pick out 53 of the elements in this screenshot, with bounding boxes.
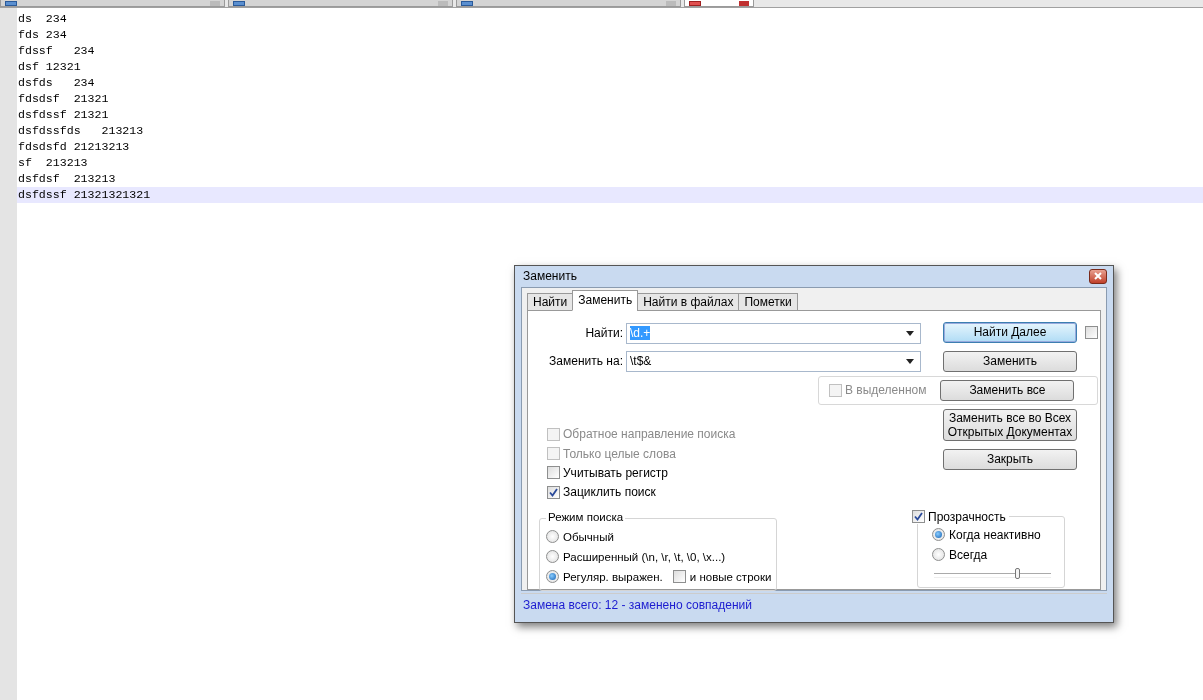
field-label: Заменить на: xyxy=(548,354,624,369)
button[interactable]: Заменить все xyxy=(940,379,1075,401)
slider-thumb[interactable] xyxy=(1015,567,1021,579)
option-label: Только целые слова xyxy=(563,446,676,461)
checkbox-label: В выделенном xyxy=(845,383,927,398)
code-line: dsfdsf 213213 xyxy=(17,171,117,187)
close-icon[interactable] xyxy=(1094,272,1102,281)
tab[interactable]: Заменить xyxy=(572,289,639,311)
radio-button[interactable] xyxy=(932,528,945,542)
dropdown-arrow-icon[interactable] xyxy=(906,330,914,336)
checkbox[interactable] xyxy=(547,485,560,499)
status-message: Замена всего: 12 - заменено совпадений xyxy=(521,592,1107,616)
code-line: sf 213213 xyxy=(17,155,89,171)
code-line: fdssf 234 xyxy=(17,43,96,59)
button[interactable]: Закрыть xyxy=(943,448,1077,470)
code-line: dsfds 234 xyxy=(17,75,96,91)
button[interactable]: Заменить xyxy=(943,350,1077,372)
code-line: dsfdssfds 213213 xyxy=(17,123,145,139)
button[interactable]: Найти Далее xyxy=(943,321,1077,343)
code-line: fdsdsfd 21213213 xyxy=(17,139,131,155)
radio-button[interactable] xyxy=(546,550,559,564)
group-title: Режим поиска xyxy=(546,510,626,523)
checkbox-label: и новые строки xyxy=(689,570,772,583)
radio-label: Когда неактивно xyxy=(949,527,1041,542)
checkbox-label: Прозрачность xyxy=(928,509,1006,524)
code-line: dsf 12321 xyxy=(17,59,82,75)
radio-button[interactable] xyxy=(546,570,559,584)
close-button[interactable] xyxy=(1089,268,1107,284)
combo-field[interactable]: \t$& xyxy=(626,350,921,372)
code-line: fds 234 xyxy=(17,27,68,43)
tab[interactable]: Найти в файлах xyxy=(637,292,740,311)
checkbox[interactable] xyxy=(912,510,925,524)
tab[interactable]: Найти xyxy=(527,292,574,311)
option-label: Зациклить поиск xyxy=(563,485,656,500)
option-label: Обратное направление поиска xyxy=(563,427,736,442)
option-label: Учитывать регистр xyxy=(563,465,669,480)
tab[interactable]: Пометки xyxy=(738,292,798,311)
checkbox[interactable] xyxy=(1085,325,1098,339)
dropdown-arrow-icon[interactable] xyxy=(906,358,914,364)
code-line: ds 234 xyxy=(17,11,68,27)
radio-label: Всегда xyxy=(949,547,988,562)
checkbox[interactable] xyxy=(672,570,686,584)
radio-label: Расширенный (\n, \r, \t, \0, \x...) xyxy=(563,550,726,563)
radio-button[interactable] xyxy=(932,548,945,562)
field-label: Найти: xyxy=(584,326,624,341)
code-line: dsfdssf 21321 xyxy=(17,107,110,123)
button[interactable]: Заменить все во Всех Открытых Документах xyxy=(943,408,1077,441)
window-title: Заменить xyxy=(522,269,577,284)
radio-label: Регуляр. выражен. xyxy=(563,570,663,583)
radio-button[interactable] xyxy=(546,530,559,544)
radio-label: Обычный xyxy=(563,530,614,543)
checkbox[interactable] xyxy=(547,466,560,480)
code-line: fdsdsf 21321 xyxy=(17,91,110,107)
